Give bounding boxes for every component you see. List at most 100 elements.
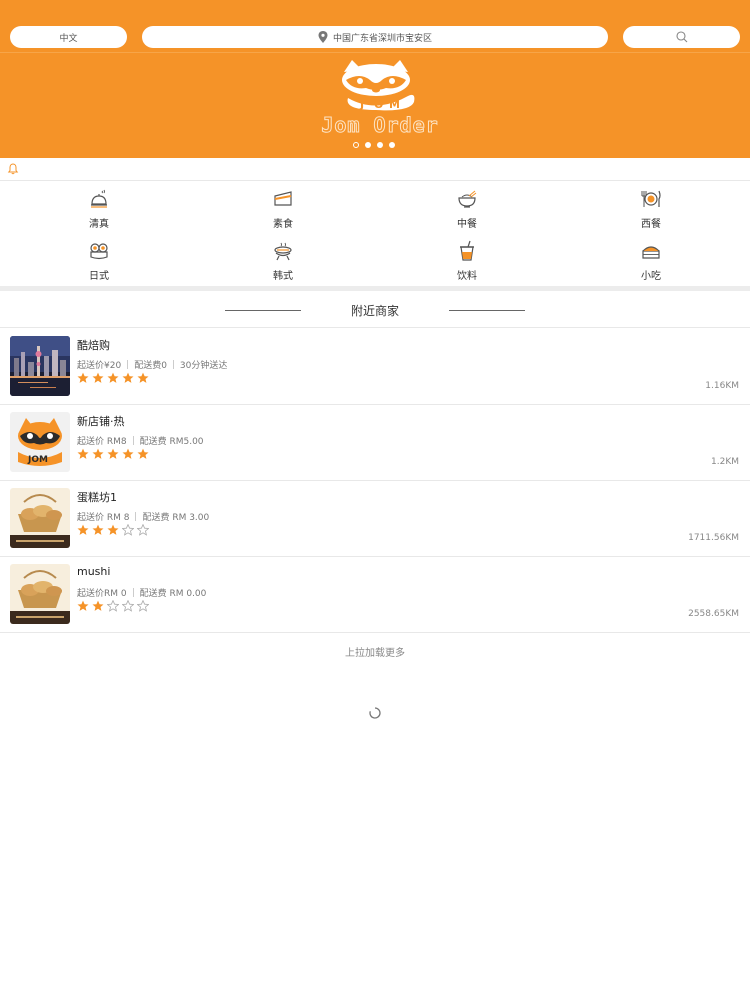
- merchant-name: 蛋糕坊1: [77, 491, 117, 504]
- category-drinks[interactable]: 饮料: [427, 237, 507, 287]
- category-vegetarian[interactable]: 素食: [243, 185, 323, 235]
- banner-dot[interactable]: [365, 142, 371, 148]
- loading-spinner-icon: [369, 707, 381, 719]
- category-korean[interactable]: 韩式: [243, 237, 323, 287]
- star-empty-icon: [107, 600, 119, 612]
- brand-name: Jom Order: [321, 113, 439, 138]
- category-label: 韩式: [273, 271, 293, 282]
- category-japanese[interactable]: 日式: [59, 237, 139, 287]
- merchant-row[interactable]: JOM 新店铺·热 起送价 RM8 配送费 RM5.00 1.2KM: [0, 405, 750, 481]
- meta-separator: [132, 436, 134, 445]
- star-filled-icon: [92, 372, 104, 383]
- star-filled-icon: [77, 600, 89, 611]
- star-filled-icon: [92, 448, 104, 459]
- merchant-row[interactable]: 蛋糕坊1 起送价 RM 8 配送费 RM 3.00 1711.56KM: [0, 481, 750, 557]
- rating-stars: [77, 600, 149, 612]
- merchant-name: 新店铺·热: [77, 415, 125, 428]
- title-rule-left: [225, 310, 301, 311]
- banner-dot[interactable]: [377, 142, 383, 148]
- search-icon: [675, 31, 687, 43]
- star-empty-icon: [137, 524, 149, 536]
- star-filled-icon: [77, 524, 89, 535]
- location-label: 中国广东省深圳市宝安区: [332, 33, 432, 44]
- banner-divider: [0, 52, 750, 53]
- star-empty-icon: [137, 600, 149, 612]
- location-pin-icon: [318, 31, 328, 43]
- star-filled-icon: [92, 524, 104, 535]
- category-label: 中餐: [457, 219, 477, 230]
- category-label: 饮料: [457, 271, 477, 282]
- language-label: 中文: [59, 33, 78, 44]
- delivery-fee: 配送费0: [134, 361, 167, 371]
- search-button[interactable]: [623, 26, 740, 48]
- drink-cup-icon: [460, 240, 474, 261]
- star-empty-icon: [122, 600, 134, 612]
- top-bar: 中文 中国广东省深圳市宝安区: [0, 0, 750, 52]
- svg-text:J: J: [359, 98, 364, 111]
- min-price: 起送价¥20: [77, 361, 122, 371]
- delivery-time: 30分钟送达: [179, 361, 228, 371]
- snack-cake-icon: [642, 246, 660, 259]
- rating-stars: [77, 524, 149, 536]
- bread-basket-image: [10, 488, 70, 548]
- merchant-row[interactable]: mushi 起送价RM 0 配送费 RM 0.00 2558.65KM: [0, 557, 750, 633]
- star-filled-icon: [77, 448, 89, 459]
- cloche-icon: [91, 189, 107, 208]
- meta-separator: [132, 588, 134, 597]
- nearby-header: 附近商家: [0, 291, 750, 328]
- plate-cutlery-icon: [641, 190, 661, 207]
- cake-slice-icon: [274, 191, 292, 206]
- svg-text:M: M: [389, 98, 400, 111]
- category-halal[interactable]: 清真: [59, 185, 139, 235]
- load-more-hint[interactable]: 上拉加载更多: [0, 644, 750, 659]
- notice-bar[interactable]: [0, 158, 750, 181]
- banner-dot[interactable]: [353, 142, 359, 148]
- merchant-meta: 起送价RM 0 配送费 RM 0.00: [77, 586, 206, 599]
- min-price: 起送价RM 0: [77, 589, 127, 599]
- category-snacks[interactable]: 小吃: [611, 237, 691, 287]
- category-chinese[interactable]: 中餐: [427, 185, 507, 235]
- star-filled-icon: [107, 372, 119, 383]
- merchant-thumbnail: JOM: [10, 412, 70, 472]
- bell-icon: [7, 163, 19, 175]
- star-filled-icon: [122, 372, 134, 383]
- merchant-thumbnail: [10, 336, 70, 396]
- category-label: 小吃: [641, 271, 661, 282]
- raccoon-logo-image: JOM: [10, 412, 70, 472]
- merchant-thumbnail: [10, 488, 70, 548]
- merchant-thumbnail: [10, 564, 70, 624]
- city-skyline-image: [10, 336, 70, 396]
- star-filled-icon: [122, 448, 134, 459]
- merchant-distance: 1.2KM: [711, 457, 739, 467]
- meta-separator: [127, 360, 129, 369]
- header-banner: 中文 中国广东省深圳市宝安区 J O M Jom Order: [0, 0, 750, 158]
- star-filled-icon: [77, 372, 89, 383]
- category-western[interactable]: 西餐: [611, 185, 691, 235]
- bbq-grill-icon: [274, 242, 292, 261]
- language-button[interactable]: 中文: [10, 26, 127, 48]
- banner-dot[interactable]: [389, 142, 395, 148]
- svg-text:JOM: JOM: [27, 455, 48, 465]
- location-selector[interactable]: 中国广东省深圳市宝安区: [142, 26, 608, 48]
- svg-text:O: O: [374, 98, 383, 111]
- rating-stars: [77, 448, 149, 460]
- meta-separator: [135, 512, 137, 521]
- delivery-fee: 配送费 RM 3.00: [142, 513, 210, 523]
- delivery-fee: 配送费 RM5.00: [139, 437, 204, 447]
- rating-stars: [77, 372, 149, 384]
- raccoon-logo-icon: J O M: [342, 60, 415, 111]
- merchant-meta: 起送价¥20 配送费0 30分钟送达: [77, 358, 227, 371]
- merchant-list: 酷焙购 起送价¥20 配送费0 30分钟送达 1.16KM JOM 新店铺·热 …: [0, 329, 750, 633]
- merchant-name: 酷焙购: [77, 339, 110, 352]
- bread-basket-image: [10, 564, 70, 624]
- meta-separator: [172, 360, 174, 369]
- banner-pagination: [353, 142, 395, 148]
- category-label: 素食: [273, 219, 293, 230]
- merchant-distance: 1.16KM: [705, 381, 739, 391]
- sushi-icon: [90, 243, 108, 260]
- merchant-row[interactable]: 酷焙购 起送价¥20 配送费0 30分钟送达 1.16KM: [0, 329, 750, 405]
- title-rule-right: [449, 310, 525, 311]
- star-filled-icon: [137, 448, 149, 459]
- merchant-distance: 1711.56KM: [688, 533, 739, 543]
- merchant-distance: 2558.65KM: [688, 609, 739, 619]
